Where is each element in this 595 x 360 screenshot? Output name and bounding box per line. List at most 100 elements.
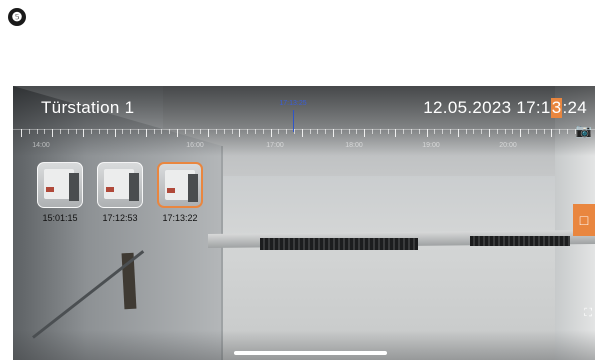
event-thumbnails: 15:01:15 17:12:53 17:13:22	[37, 162, 203, 223]
timeline-tick	[239, 129, 241, 137]
timeline-label: 18:00	[345, 142, 363, 149]
timeline-tick	[418, 129, 420, 134]
timeline-tick	[122, 129, 124, 134]
thumbnail-time: 17:13:22	[162, 213, 198, 223]
timeline-tick	[535, 129, 537, 134]
thumbnail-image[interactable]	[37, 162, 83, 208]
timeline-tick	[145, 129, 147, 137]
timeline-tick	[528, 129, 529, 134]
timeline-tick	[309, 129, 311, 134]
timeline-tick	[333, 129, 334, 137]
thumbnail-item[interactable]: 15:01:15	[37, 162, 83, 223]
timeline-tick	[473, 129, 475, 134]
camera-icon[interactable]: 📷	[576, 124, 592, 137]
timeline-tick	[91, 129, 93, 134]
timeline-tick	[387, 129, 389, 134]
timeline-tick	[364, 129, 366, 137]
timeline-tick	[153, 129, 155, 134]
crop-icon[interactable]: □	[573, 204, 595, 236]
timeline-tick	[520, 129, 522, 137]
timeline-label: 14:00	[32, 142, 50, 149]
timeline-tick	[60, 129, 61, 134]
timeline-tick	[457, 129, 459, 137]
timeline-tick	[130, 129, 132, 134]
timeline-tick	[372, 129, 373, 134]
timeline-tick	[36, 129, 38, 134]
timeline-tick	[543, 129, 545, 134]
timeline-tick	[75, 129, 77, 134]
timeline-tick	[434, 129, 436, 134]
timeline-label: 20:00	[499, 142, 517, 149]
timeline-tick	[44, 129, 46, 134]
timeline-tick	[255, 129, 256, 134]
timeline-tick	[231, 129, 233, 134]
side-toolbar: 📷 □ ⛶	[573, 86, 595, 360]
timeline-tick	[184, 129, 186, 134]
thumbnail-item[interactable]: 17:12:53	[97, 162, 143, 223]
thumbnail-item-selected[interactable]: 17:13:22	[157, 162, 203, 223]
step-number-badge: ❺	[8, 8, 26, 26]
timeline-tick	[465, 129, 467, 134]
timeline-tick	[216, 129, 217, 134]
timeline-tick	[301, 129, 303, 137]
timeline-label: 17:00	[266, 142, 284, 149]
timeline-tick	[223, 129, 225, 134]
timeline-tick	[114, 129, 116, 137]
camera-image-vent	[260, 238, 418, 250]
timeline-tick	[442, 129, 444, 134]
home-indicator[interactable]	[234, 351, 387, 355]
timeline-tick	[208, 129, 210, 137]
timeline-tick	[450, 129, 451, 134]
timeline-tick	[200, 129, 202, 134]
fullscreen-icon[interactable]: ⛶	[584, 308, 592, 319]
recording-timestamp: 12.05.2023 17:13:24	[423, 98, 587, 118]
timeline-tick	[161, 129, 163, 134]
timeline-cursor[interactable]	[293, 110, 294, 132]
timeline-tick	[559, 129, 561, 134]
timeline-tick	[426, 129, 428, 137]
timeline-tick	[192, 129, 194, 134]
camera-image-vent	[470, 236, 570, 246]
timeline-tick	[247, 129, 249, 134]
timeline-tick	[567, 129, 568, 134]
thumbnail-image[interactable]	[97, 162, 143, 208]
timeline-tick	[106, 129, 108, 134]
camera-viewer[interactable]: Türstation 1 12.05.2023 17:13:24 14:00 1…	[13, 86, 595, 360]
camera-image-corner	[221, 146, 223, 360]
timeline-tick	[286, 129, 288, 134]
timeline-tick	[262, 129, 264, 134]
timeline-tick	[340, 129, 342, 134]
timeline-tick	[294, 129, 295, 134]
timeline-tick	[138, 129, 139, 134]
camera-image-floor	[13, 330, 595, 360]
camera-title: Türstation 1	[41, 98, 135, 117]
timeline-tick	[512, 129, 514, 134]
timeline-scrubber[interactable]: 14:00 16:00 17:00 18:00 19:00 20:00	[13, 126, 595, 156]
timeline-axis	[13, 129, 595, 130]
timeline-tick	[379, 129, 381, 134]
timeline-tick	[411, 129, 412, 134]
timeline-tick	[348, 129, 350, 134]
timeline-label: 16:00	[186, 142, 204, 149]
timeline-tick	[169, 129, 171, 134]
timeline-tick	[52, 129, 54, 137]
timeline-tick	[504, 129, 506, 134]
timeline-tick	[356, 129, 358, 134]
thumbnail-time: 15:01:15	[42, 213, 78, 223]
timeline-cursor-label: 17:13:25	[279, 100, 307, 107]
timeline-tick	[496, 129, 498, 134]
timeline-tick	[489, 129, 490, 137]
timeline-tick	[21, 129, 22, 137]
timeline-tick	[83, 129, 85, 137]
thumbnail-image-selected[interactable]	[157, 162, 203, 208]
timeline-tick	[270, 129, 272, 137]
timeline-tick	[278, 129, 280, 134]
thumbnail-time: 17:12:53	[102, 213, 138, 223]
timeline-tick	[403, 129, 405, 134]
timestamp-prefix: 12.05.2023 17:1	[423, 98, 551, 117]
timeline-tick	[481, 129, 483, 134]
timeline-tick	[28, 129, 30, 134]
timeline-tick	[99, 129, 100, 134]
timeline-tick	[317, 129, 319, 134]
timeline-tick	[67, 129, 69, 134]
